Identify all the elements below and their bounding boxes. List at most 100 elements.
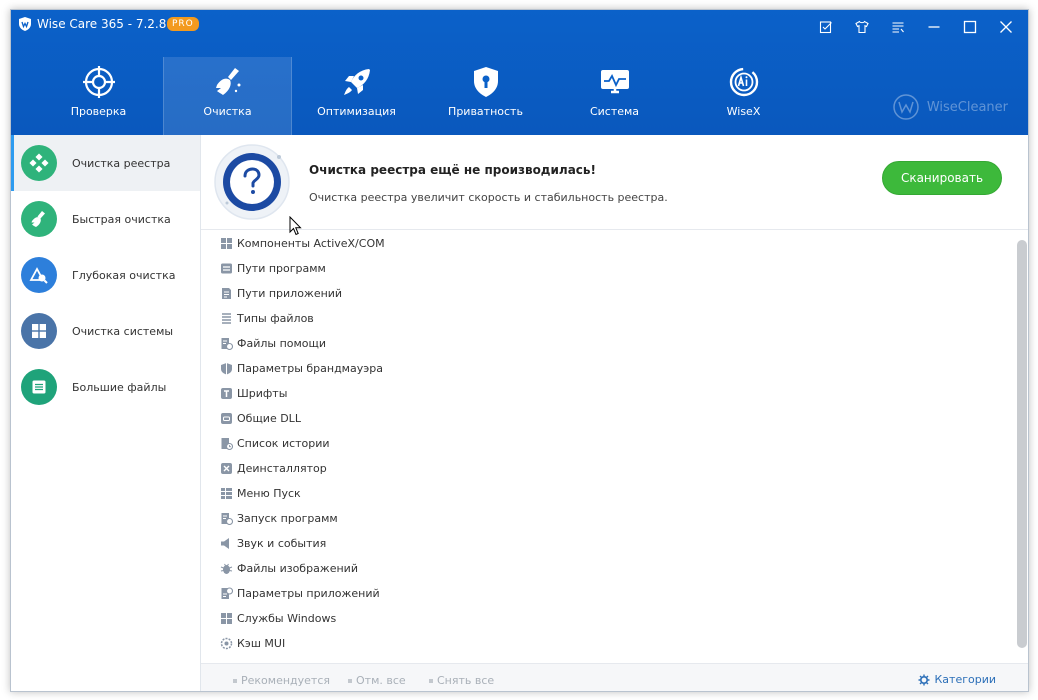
select-all-link[interactable]: Отм. все xyxy=(348,674,406,687)
deselect-all-link[interactable]: Снять все xyxy=(429,674,494,687)
rocket-icon xyxy=(343,69,370,95)
list-item-label: Параметры брандмауэра xyxy=(237,362,383,375)
ai-icon xyxy=(729,67,758,97)
app-logo-icon xyxy=(19,17,31,31)
startup-icon xyxy=(221,513,233,525)
sidebar-item-deep-clean[interactable]: Глубокая очистка xyxy=(11,247,200,303)
list-item-label: Кэш MUI xyxy=(237,637,286,650)
minimize-icon xyxy=(928,26,940,28)
list-item-label: Службы Windows xyxy=(237,612,337,625)
list-item[interactable]: Типы файлов xyxy=(201,306,1013,331)
list-scrollbar[interactable] xyxy=(1017,240,1027,648)
skin-button[interactable] xyxy=(844,14,880,40)
firewall-icon xyxy=(221,363,232,375)
sidebar-item-big-files[interactable]: Большие файлы xyxy=(11,359,200,415)
sidebar-item-quick-clean[interactable]: Быстрая очистка xyxy=(11,191,200,247)
help-file-icon xyxy=(221,338,233,350)
sidebar-item-label: Большие файлы xyxy=(72,380,167,394)
app-window: Wise Care 365 - 7.2.8 PRO Проверка Очист… xyxy=(10,9,1029,692)
deselect-all-label: Снять все xyxy=(437,674,495,687)
list-item[interactable]: Параметры приложений xyxy=(201,581,1013,606)
feedback-button[interactable] xyxy=(808,14,844,40)
list-item-label: Список истории xyxy=(237,437,330,450)
windows-services-icon xyxy=(221,613,232,624)
list-item[interactable]: Пути программ xyxy=(201,256,1013,281)
list-item-label: Компоненты ActiveX/COM xyxy=(237,237,385,250)
list-item[interactable]: Файлы помощи xyxy=(201,331,1013,356)
sound-icon xyxy=(221,538,229,549)
recommended-label: Рекомендуется xyxy=(241,674,330,687)
minimize-button[interactable] xyxy=(916,14,952,40)
select-all-label: Отм. все xyxy=(356,674,406,687)
list-item-label: Меню Пуск xyxy=(237,487,301,500)
tab-privacy[interactable]: Приватность xyxy=(421,57,550,135)
maximize-icon xyxy=(963,20,977,34)
menu-button[interactable] xyxy=(880,14,916,40)
list-item[interactable]: Список истории xyxy=(201,431,1013,456)
wisecleaner-logo-icon xyxy=(893,94,919,120)
recommended-link[interactable]: Рекомендуется xyxy=(233,674,330,687)
close-button[interactable] xyxy=(988,14,1024,40)
sidebar-item-registry-clean[interactable]: Очистка реестра xyxy=(11,135,200,191)
scan-button[interactable]: Сканировать xyxy=(882,161,1002,195)
shield-lock-icon xyxy=(473,67,498,97)
tab-wisex[interactable]: WiseX xyxy=(679,57,808,135)
tab-label: Очистка xyxy=(203,105,252,118)
registry-icon xyxy=(29,153,49,173)
list-item[interactable]: Звук и события xyxy=(201,531,1013,556)
windows-icon xyxy=(32,324,46,338)
gear-icon xyxy=(918,674,930,685)
maximize-button[interactable] xyxy=(952,14,988,40)
app-settings-icon xyxy=(221,587,233,599)
sidebar: Очистка реестра Быстрая очистка Глубокая… xyxy=(11,135,201,691)
tab-check[interactable]: Проверка xyxy=(34,57,163,135)
banner-subtitle: Очистка реестра увеличит скорость и стаб… xyxy=(309,191,668,204)
list-item-label: Деинсталлятор xyxy=(237,462,327,475)
list-item[interactable]: Запуск программ xyxy=(201,506,1013,531)
app-path-icon xyxy=(222,288,231,299)
list-item[interactable]: Общие DLL xyxy=(201,406,1013,431)
font-icon xyxy=(221,388,232,399)
main-content: Очистка реестра ещё не производилась! Оч… xyxy=(201,135,1028,691)
list-item[interactable]: Шрифты xyxy=(201,381,1013,406)
crosshair-icon xyxy=(82,66,115,98)
list-item-label: Параметры приложений xyxy=(237,587,380,600)
categories-button[interactable]: Категории xyxy=(918,673,996,686)
list-item[interactable]: Меню Пуск xyxy=(201,481,1013,506)
title-bar: Wise Care 365 - 7.2.8 PRO xyxy=(11,10,1028,44)
list-item[interactable]: Файлы изображений xyxy=(201,556,1013,581)
window-title: Wise Care 365 - 7.2.8 xyxy=(37,17,167,31)
mui-cache-icon xyxy=(220,637,233,650)
tab-optimize[interactable]: Оптимизация xyxy=(292,57,421,135)
pro-badge: PRO xyxy=(167,17,199,31)
list-item[interactable]: Пути приложений xyxy=(201,281,1013,306)
list-item-label: Файлы изображений xyxy=(237,562,358,575)
tab-system[interactable]: Система xyxy=(550,57,679,135)
list-item-label: Шрифты xyxy=(237,387,288,400)
tab-label: Оптимизация xyxy=(317,105,396,118)
tab-label: WiseX xyxy=(726,105,761,118)
sidebar-item-label: Глубокая очистка xyxy=(72,268,176,282)
list-item[interactable]: Компоненты ActiveX/COM xyxy=(201,231,1013,256)
grid-icon xyxy=(221,238,232,249)
registry-category-list: Компоненты ActiveX/COM Пути программ Пут… xyxy=(201,231,1013,656)
list-item[interactable]: Кэш MUI xyxy=(201,631,1013,656)
sidebar-item-system-clean[interactable]: Очистка системы xyxy=(11,303,200,359)
file-types-icon xyxy=(222,313,231,324)
sidebar-item-label: Очистка системы xyxy=(72,324,174,338)
path-icon xyxy=(221,263,232,274)
list-item-label: Пути приложений xyxy=(237,287,343,300)
start-menu-icon xyxy=(221,488,232,499)
tab-clean[interactable]: Очистка xyxy=(163,57,292,135)
list-item-label: Общие DLL xyxy=(237,412,301,425)
question-icon xyxy=(214,144,290,220)
categories-label: Категории xyxy=(934,673,996,686)
list-item[interactable]: Службы Windows xyxy=(201,606,1013,631)
list-item[interactable]: Деинсталлятор xyxy=(201,456,1013,481)
sidebar-item-label: Очистка реестра xyxy=(72,156,171,170)
list-item-label: Типы файлов xyxy=(237,312,314,325)
list-item-label: Пути программ xyxy=(237,262,326,275)
list-item[interactable]: Параметры брандмауэра xyxy=(201,356,1013,381)
header: Wise Care 365 - 7.2.8 PRO Проверка Очист… xyxy=(11,10,1028,135)
big-files-icon xyxy=(32,380,46,394)
